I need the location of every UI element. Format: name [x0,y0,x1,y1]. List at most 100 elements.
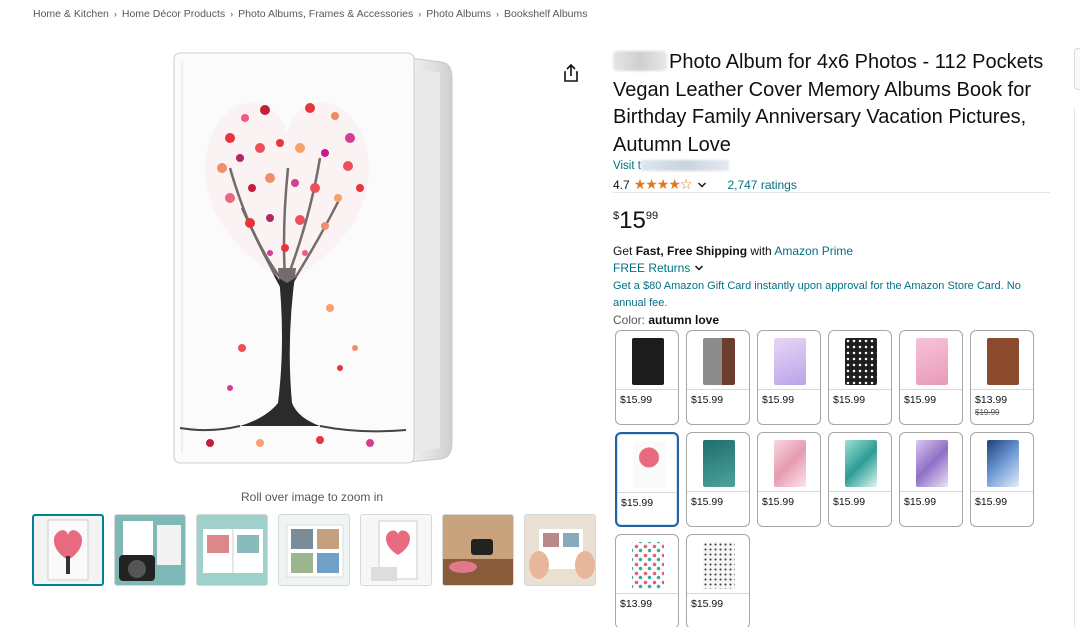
thumbnail-strip [32,514,596,586]
thumbnail-7[interactable] [524,514,596,586]
color-swatch-grid: $15.99 $15.99 $15.99 $15.99 $15.99 $13.99 $19.… [615,330,1034,627]
gift-card-offer-link[interactable]: Get a $80 Amazon Gift Card instantly upo… [613,278,1043,312]
breadcrumb-item-home-kitchen[interactable]: Home & Kitchen [33,8,109,20]
color-swatch-butterflies[interactable]: $13.99 [615,534,679,627]
thumbnail-6[interactable] [442,514,514,586]
swatch-image [987,440,1019,487]
ratings-count-link[interactable]: 2,747 ratings [727,178,796,192]
color-swatch-gray-brown[interactable]: $15.99 [686,330,750,425]
color-swatch-lavender[interactable]: $15.99 [757,330,821,425]
swatch-list-price: $19.99 [975,408,1000,417]
swatch-price: $15.99 [904,496,937,508]
side-panel-edge [1074,108,1080,627]
rating-row: 4.7 ★★★★☆ 2,747 ratings [613,176,797,193]
color-swatch-black-dots[interactable]: $15.99 [828,330,892,425]
swatch-image [703,542,735,589]
breadcrumb-item-home-decor[interactable]: Home Décor Products [122,8,225,20]
breadcrumb-item-bookshelf-albums[interactable]: Bookshelf Albums [504,8,587,20]
swatch-price: $13.99 [975,394,1008,406]
divider [971,491,1033,492]
photo-album-image [173,52,453,464]
visit-store-link[interactable]: Visit t [613,160,729,172]
color-swatch-blue-marble[interactable]: $15.99 [970,432,1034,527]
divider [758,491,820,492]
swatch-image [774,338,806,385]
thumbnail-1[interactable] [32,514,104,586]
side-panel-edge [1074,48,1080,90]
selected-color-name: autumn love [648,313,720,327]
divider [617,492,677,493]
swatch-image [916,440,948,487]
swatch-image [845,440,877,487]
swatch-image [632,338,664,385]
divider [900,491,962,492]
breadcrumb-item-photo-albums-frames[interactable]: Photo Albums, Frames & Accessories [238,8,413,20]
divider [900,389,962,390]
swatch-image [916,338,948,385]
swatch-price: $15.99 [833,496,866,508]
breadcrumb-item-photo-albums[interactable]: Photo Albums [426,8,491,20]
chevron-down-icon [695,265,704,271]
free-returns-link[interactable]: FREE Returns [613,261,704,275]
thumbnail-3[interactable] [196,514,268,586]
breadcrumb: Home & Kitchen › Home Décor Products › Photo… [33,8,588,20]
color-swatch-white-dots[interactable]: $15.99 [686,534,750,627]
swatch-price: $15.99 [691,394,724,406]
shipping-info: Get Fast, Free Shipping with Amazon Prim… [613,244,854,258]
store-name-blurred [640,160,729,171]
divider [613,192,1050,193]
color-swatch-purple-marble[interactable]: $15.99 [899,432,963,527]
breadcrumb-separator: › [418,9,422,19]
swatch-price: $15.99 [975,496,1008,508]
color-swatch-tree-heart[interactable]: $15.99 [615,432,679,527]
color-swatch-brown[interactable]: $13.99 $19.99 [970,330,1034,425]
swatch-price: $13.99 [620,598,653,610]
swatch-price: $15.99 [620,394,653,406]
color-swatch-pink-glitter[interactable]: $15.99 [899,330,963,425]
breadcrumb-separator: › [230,9,234,19]
color-label: Color: autumn love [613,313,720,327]
divider [971,389,1033,390]
divider [687,491,749,492]
amazon-prime-link[interactable]: Amazon Prime [774,244,853,258]
swatch-image [632,542,664,589]
color-swatch-black[interactable]: $15.99 [615,330,679,425]
breadcrumb-separator: › [496,9,500,19]
divider [758,389,820,390]
price: $1599 [613,207,659,234]
chevron-down-icon[interactable] [697,180,707,190]
brand-name-blurred [613,51,667,71]
zoom-hint: Roll over image to zoom in [241,490,384,504]
swatch-image [703,440,735,487]
swatch-image [845,338,877,385]
swatch-price: $15.99 [904,394,937,406]
swatch-price: $15.99 [691,496,724,508]
thumbnail-2[interactable] [114,514,186,586]
thumbnail-5[interactable] [360,514,432,586]
divider [616,389,678,390]
divider [687,389,749,390]
main-product-image[interactable] [170,48,460,478]
swatch-image [703,338,735,385]
swatch-price: $15.99 [833,394,866,406]
divider [829,389,891,390]
divider [616,593,678,594]
share-button[interactable] [562,63,580,83]
star-rating-icon[interactable]: ★★★★☆ [634,176,693,193]
rating-value: 4.7 [613,177,630,192]
color-swatch-teal-marble[interactable]: $15.99 [828,432,892,527]
color-swatch-pink-marble[interactable]: $15.99 [757,432,821,527]
swatch-image [633,441,665,488]
swatch-price: $15.99 [762,394,795,406]
color-swatch-teal-floral[interactable]: $15.99 [686,432,750,527]
divider [829,491,891,492]
swatch-price: $15.99 [691,598,724,610]
swatch-image [987,338,1019,385]
swatch-price: $15.99 [621,497,654,509]
swatch-price: $15.99 [762,496,795,508]
swatch-image [774,440,806,487]
breadcrumb-separator: › [113,9,117,19]
divider [687,593,749,594]
thumbnail-4[interactable] [278,514,350,586]
product-title: Photo Album for 4x6 Photos - 112 Pockets… [613,51,1044,156]
